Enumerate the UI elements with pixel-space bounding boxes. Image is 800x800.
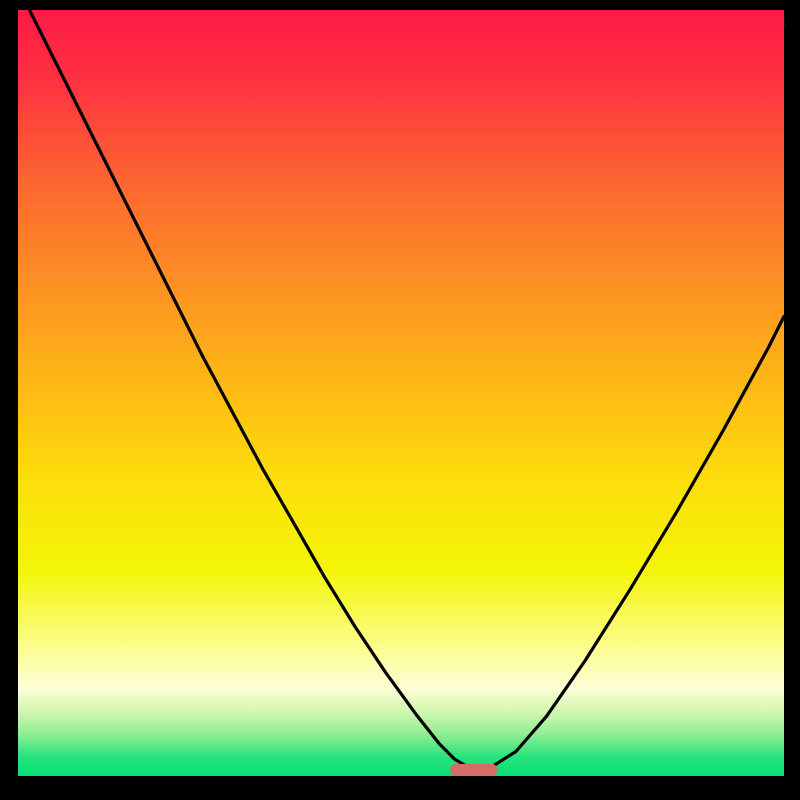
chart-container: TheBottleneck.com (0, 0, 800, 800)
bottleneck-chart (18, 10, 784, 776)
gradient-background (18, 10, 784, 776)
plot-area (18, 10, 784, 776)
optimal-marker (451, 764, 497, 775)
